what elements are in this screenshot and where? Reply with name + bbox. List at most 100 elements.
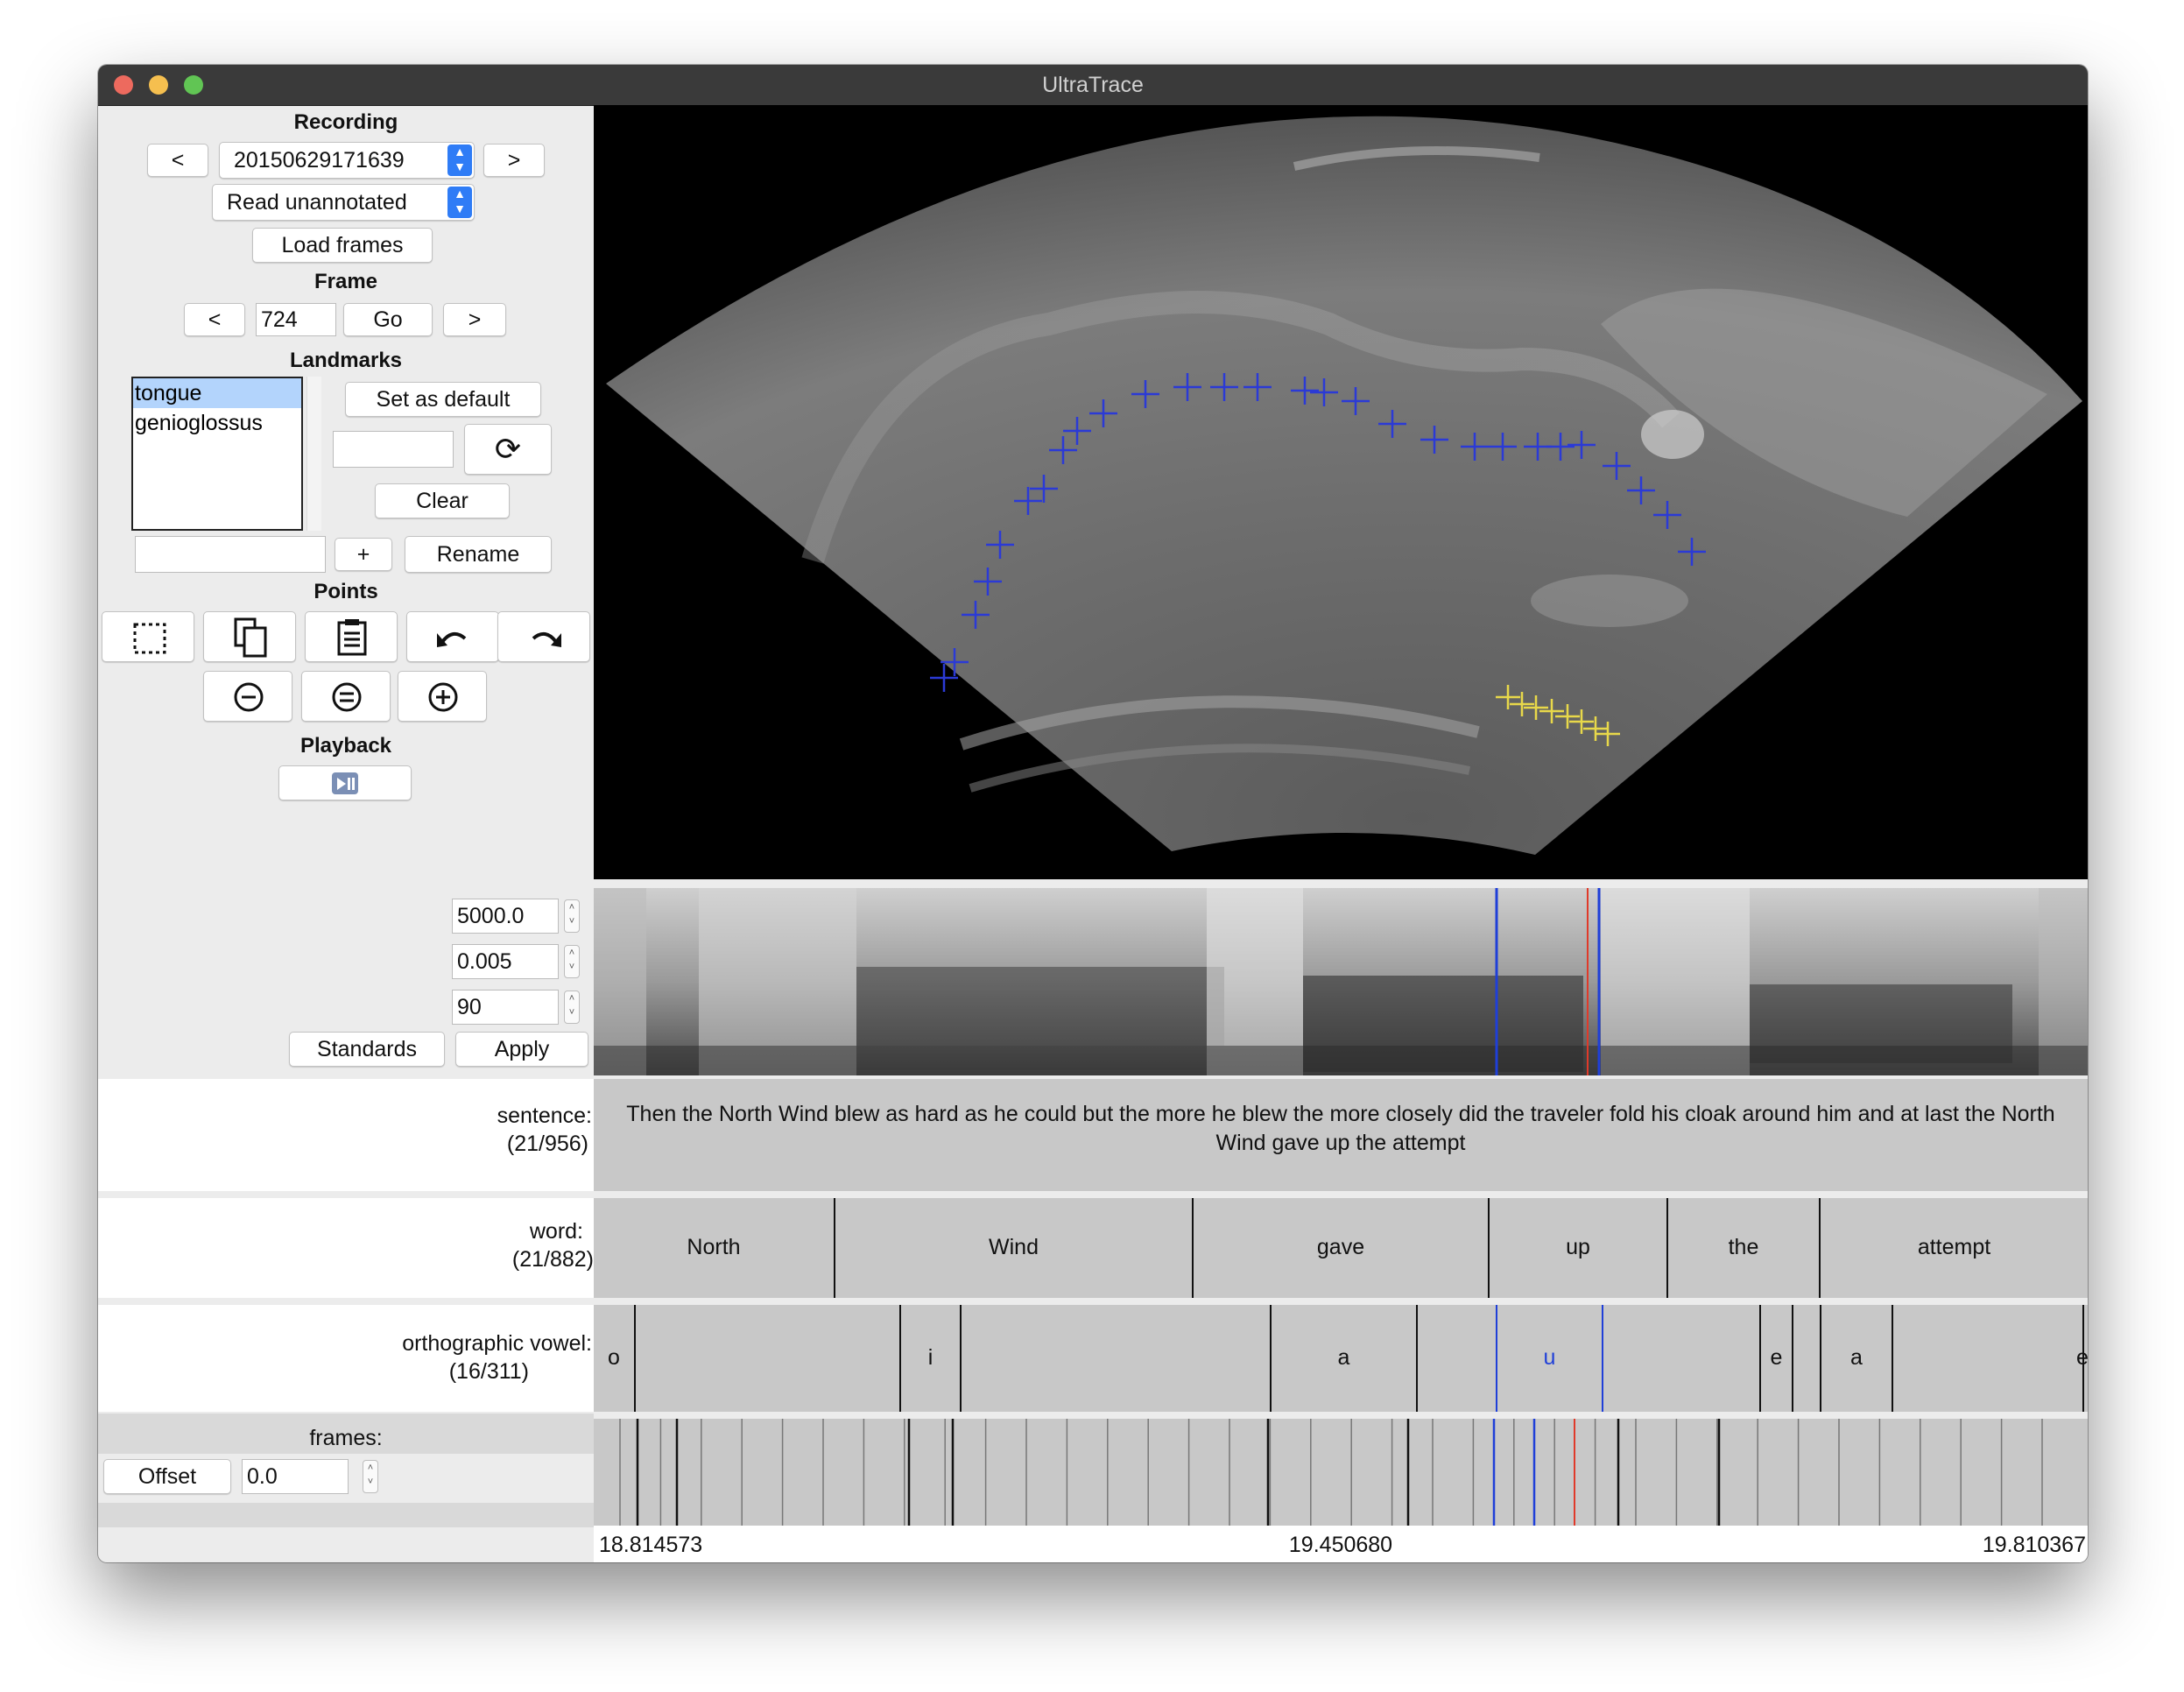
paste-button[interactable] bbox=[305, 611, 398, 662]
close-window-button[interactable] bbox=[114, 75, 133, 95]
frames-tier-label-area: frames: Offset 0.0 ˄ ˅ bbox=[98, 1414, 594, 1527]
vowel-interval[interactable]: a bbox=[1821, 1345, 1892, 1371]
word-interval[interactable]: North bbox=[594, 1235, 834, 1260]
select-rect-button[interactable] bbox=[102, 611, 194, 662]
play-pause-button[interactable] bbox=[278, 765, 412, 800]
offset-button[interactable]: Offset bbox=[103, 1459, 231, 1494]
vowel-interval-selected[interactable]: u bbox=[1497, 1345, 1602, 1371]
landmarks-header: Landmarks bbox=[289, 349, 403, 372]
clear-button[interactable]: Clear bbox=[375, 483, 510, 518]
paste-icon bbox=[337, 619, 367, 656]
landmarks-listbox[interactable]: tongue genioglossus bbox=[131, 377, 303, 531]
sentence-tier-label-area: sentence: (21/956) bbox=[98, 1079, 594, 1191]
window-length-input[interactable]: 0.005 bbox=[452, 944, 559, 979]
word-tier-label-area: word: (21/882) bbox=[98, 1191, 594, 1298]
frame-number-input[interactable]: 724 bbox=[256, 303, 336, 336]
vowel-interval[interactable]: e bbox=[2074, 1345, 2088, 1371]
landmark-item-genioglossus[interactable]: genioglossus bbox=[133, 408, 301, 438]
app-window: UltraTrace Recording < 20150629171639 ▲ ▼… bbox=[98, 65, 2088, 1562]
ultrasound-canvas[interactable] bbox=[594, 105, 2088, 879]
ultrasound-view[interactable] bbox=[594, 105, 2088, 879]
vowel-tier-count: (16/311) bbox=[448, 1359, 529, 1384]
vowel-interval[interactable]: e bbox=[1761, 1345, 1792, 1371]
zoom-in-button[interactable] bbox=[398, 671, 487, 722]
word-interval[interactable]: gave bbox=[1194, 1235, 1488, 1260]
time-middle-label: 19.450680 bbox=[1288, 1533, 1393, 1557]
new-landmark-input[interactable] bbox=[135, 536, 326, 573]
copy-icon bbox=[234, 617, 267, 658]
zoom-window-button[interactable] bbox=[184, 75, 203, 95]
standards-button[interactable]: Standards bbox=[289, 1032, 445, 1067]
sentence-tier[interactable]: Then the North Wind blew as hard as he c… bbox=[594, 1079, 2088, 1191]
next-recording-button[interactable]: > bbox=[483, 144, 545, 177]
vowel-tier[interactable]: o i a u e a e bbox=[594, 1305, 2088, 1412]
vowel-interval[interactable]: i bbox=[901, 1345, 960, 1371]
apply-button[interactable]: Apply bbox=[455, 1032, 588, 1067]
landmark-color-input[interactable] bbox=[333, 431, 454, 468]
title-bar: UltraTrace bbox=[98, 65, 2088, 106]
chevron-updown-icon: ▲ ▼ bbox=[447, 187, 472, 218]
word-interval[interactable]: the bbox=[1668, 1235, 1819, 1260]
refresh-icon: ⟳ bbox=[494, 431, 522, 467]
add-landmark-button[interactable]: + bbox=[335, 538, 392, 571]
word-tier-label: word: bbox=[529, 1219, 583, 1244]
spectrogram-canvas[interactable] bbox=[594, 888, 2088, 1075]
word-interval[interactable]: attempt bbox=[1821, 1235, 2088, 1260]
select-rect-icon bbox=[133, 623, 166, 654]
redo-icon bbox=[532, 631, 561, 647]
next-frame-button[interactable]: > bbox=[443, 303, 506, 336]
play-pause-icon bbox=[332, 772, 358, 794]
annotation-filter-select[interactable]: Read unannotated ▲ ▼ bbox=[212, 184, 475, 221]
landmark-item-tongue[interactable]: tongue bbox=[133, 378, 301, 408]
zoom-reset-button[interactable] bbox=[301, 671, 391, 722]
set-default-button[interactable]: Set as default bbox=[345, 382, 541, 417]
word-interval[interactable]: up bbox=[1490, 1235, 1666, 1260]
sentence-tier-label: sentence: bbox=[497, 1103, 592, 1128]
frames-tier[interactable] bbox=[594, 1419, 2088, 1526]
sentence-tier-count: (21/956) bbox=[506, 1132, 588, 1156]
prev-recording-button[interactable]: < bbox=[147, 144, 208, 177]
zoom-in-icon bbox=[428, 682, 458, 712]
word-tier[interactable]: North Wind gave up the attempt bbox=[594, 1198, 2088, 1298]
spectrogram-view[interactable] bbox=[594, 888, 2088, 1075]
redo-button[interactable] bbox=[497, 611, 590, 662]
playback-header: Playback bbox=[299, 734, 392, 758]
copy-button[interactable] bbox=[203, 611, 296, 662]
go-frame-button[interactable]: Go bbox=[343, 303, 433, 336]
vowel-tier-label-area: orthographic vowel: (16/311) bbox=[98, 1298, 594, 1412]
recording-select[interactable]: 20150629171639 ▲ ▼ bbox=[219, 142, 475, 179]
max-frequency-stepper[interactable]: ˄ ˅ bbox=[564, 899, 580, 933]
dynamic-range-stepper[interactable]: ˄ ˅ bbox=[564, 991, 580, 1024]
load-frames-button[interactable]: Load frames bbox=[252, 228, 433, 263]
landmarks-scrollbar[interactable] bbox=[306, 377, 321, 531]
prev-frame-button[interactable]: < bbox=[184, 303, 245, 336]
frame-ticks[interactable] bbox=[594, 1419, 2088, 1526]
undo-button[interactable] bbox=[406, 611, 499, 662]
recording-header: Recording bbox=[293, 110, 398, 134]
undo-icon bbox=[437, 631, 467, 647]
zoom-out-icon bbox=[234, 682, 264, 712]
word-interval[interactable]: Wind bbox=[835, 1235, 1192, 1260]
vowel-interval[interactable]: a bbox=[1272, 1345, 1416, 1371]
vowel-interval[interactable]: o bbox=[594, 1345, 634, 1371]
refresh-button[interactable]: ⟳ bbox=[464, 424, 552, 475]
points-header: Points bbox=[314, 580, 378, 603]
annotation-filter-value: Read unannotated bbox=[227, 190, 407, 215]
recording-select-value: 20150629171639 bbox=[234, 148, 405, 173]
time-axis: 18.814573 19.450680 19.810367 bbox=[594, 1526, 2088, 1562]
zoom-reset-icon bbox=[332, 682, 362, 712]
window-length-stepper[interactable]: ˄ ˅ bbox=[564, 945, 580, 978]
word-tier-count: (21/882) bbox=[511, 1247, 594, 1272]
dynamic-range-input[interactable]: 90 bbox=[452, 990, 559, 1025]
chevron-updown-icon: ▲ ▼ bbox=[447, 145, 472, 176]
sentence-interval-text[interactable]: Then the North Wind blew as hard as he c… bbox=[602, 1100, 2079, 1158]
zoom-out-button[interactable] bbox=[203, 671, 292, 722]
window-title: UltraTrace bbox=[1042, 73, 1144, 97]
time-end-label: 19.810367 bbox=[1982, 1533, 2086, 1557]
max-frequency-input[interactable]: 5000.0 bbox=[452, 899, 559, 934]
offset-input[interactable]: 0.0 bbox=[242, 1459, 349, 1494]
minimize-window-button[interactable] bbox=[149, 75, 168, 95]
rename-landmark-button[interactable]: Rename bbox=[405, 536, 552, 573]
vowel-selection-end[interactable] bbox=[1602, 1305, 1603, 1412]
offset-stepper[interactable]: ˄ ˅ bbox=[363, 1460, 378, 1493]
